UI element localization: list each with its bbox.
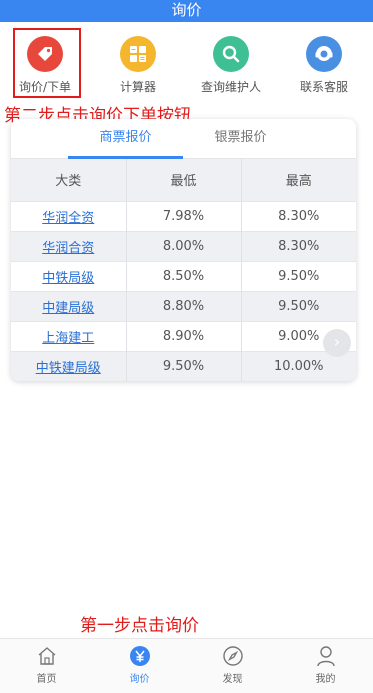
column-header-low: 最低 <box>126 159 242 201</box>
row-low-value: 7.98% <box>126 200 242 231</box>
nav-label: 询价 <box>129 674 150 685</box>
row-category-link[interactable]: 中铁建局级 <box>11 350 127 381</box>
row-category-link[interactable]: 中建局级 <box>11 290 127 321</box>
nav-label: 发现 <box>222 674 243 685</box>
compass-icon <box>222 645 244 667</box>
top-bar: 询价 <box>0 0 373 22</box>
table-row: 上海建工 8.90% 9.00% <box>11 320 356 351</box>
home-icon <box>36 645 58 667</box>
table-row: 华润全资 7.98% 8.30% <box>11 200 356 231</box>
row-high-value: 9.50% <box>241 290 356 321</box>
quick-action-label: 计算器 <box>119 80 156 94</box>
table-row: 中建局级 8.80% 9.50% <box>11 290 356 321</box>
column-header-category: 大类 <box>11 159 127 201</box>
bottom-nav: 首页 询价 发现 我的 <box>0 638 373 693</box>
row-category-link[interactable]: 华润全资 <box>11 200 127 231</box>
table-row: 华润合资 8.00% 8.30% <box>11 230 356 261</box>
row-low-value: 8.80% <box>126 290 242 321</box>
quick-action-find-maintainer[interactable]: 查询维护人 <box>186 30 276 95</box>
search-icon <box>213 36 249 72</box>
chevron-right-icon: › <box>333 332 341 351</box>
headset-icon <box>306 36 342 72</box>
table-row: 中铁局级 8.50% 9.50% <box>11 260 356 291</box>
nav-item-discover[interactable]: 发现 <box>186 639 279 693</box>
row-low-value: 9.50% <box>126 350 242 381</box>
quick-action-label: 联系客服 <box>299 80 348 94</box>
quote-tabs: 商票报价 银票报价 <box>11 119 356 159</box>
tab-commercial-quote[interactable]: 商票报价 <box>68 119 183 159</box>
quote-table: 大类 最低 最高 华润全资 7.98% 8.30% 华润合资 8.00% 8.3… <box>11 159 356 381</box>
nav-item-home[interactable]: 首页 <box>0 639 93 693</box>
row-category-link[interactable]: 华润合资 <box>11 230 127 261</box>
user-icon <box>315 645 337 667</box>
quick-action-label: 查询维护人 <box>200 80 261 94</box>
column-header-high: 最高 <box>241 159 356 201</box>
table-header-row: 大类 最低 最高 <box>11 159 356 201</box>
row-high-value: 8.30% <box>241 200 356 231</box>
nav-label: 我的 <box>315 674 336 685</box>
quick-action-calculator[interactable]: 计算器 <box>93 30 183 95</box>
nav-item-inquiry[interactable]: 询价 <box>93 639 186 693</box>
calculator-icon <box>120 36 156 72</box>
annotation-step-one: 第一步点击询价 <box>80 616 199 636</box>
page-title: 询价 <box>171 1 202 19</box>
quote-card: 商票报价 银票报价 大类 最低 最高 华润全资 7.98% 8.30% 华润合资… <box>11 119 356 381</box>
scroll-right-button[interactable]: › <box>323 329 351 357</box>
row-low-value: 8.50% <box>126 260 242 291</box>
table-row: 中铁建局级 9.50% 10.00% <box>11 350 356 381</box>
highlight-box-inquiry <box>13 28 81 98</box>
row-low-value: 8.90% <box>126 320 242 351</box>
row-category-link[interactable]: 中铁局级 <box>11 260 127 291</box>
nav-label: 首页 <box>36 674 57 685</box>
quick-action-contact-support[interactable]: 联系客服 <box>279 30 369 95</box>
row-high-value: 9.50% <box>241 260 356 291</box>
row-category-link[interactable]: 上海建工 <box>11 320 127 351</box>
yen-icon <box>129 645 151 667</box>
row-low-value: 8.00% <box>126 230 242 261</box>
nav-item-me[interactable]: 我的 <box>279 639 372 693</box>
tab-bank-quote[interactable]: 银票报价 <box>183 119 298 159</box>
row-high-value: 8.30% <box>241 230 356 261</box>
